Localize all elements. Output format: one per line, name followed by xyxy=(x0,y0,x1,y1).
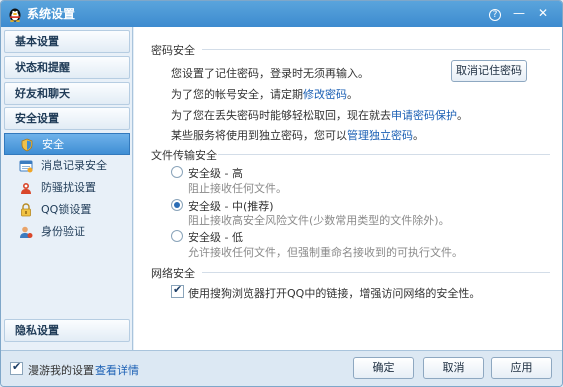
sidebar-item-security[interactable]: 安全 xyxy=(4,133,130,155)
sidebar-group-basic[interactable]: 基本设置 xyxy=(4,30,130,53)
section-title-password: 密码安全 xyxy=(151,44,195,57)
security-level-medium-radio[interactable] xyxy=(171,199,183,211)
footer-bar: 漫游我的设置 查看详情 确定 取消 应用 xyxy=(1,350,562,386)
security-level-low-label[interactable]: 安全级 - 低 xyxy=(188,229,243,245)
close-button[interactable]: ✕ xyxy=(533,4,553,22)
sidebar-item-identity[interactable]: 身份验证 xyxy=(4,221,130,243)
sidebar-item-label: 身份验证 xyxy=(41,225,85,238)
section-title-file-transfer: 文件传输安全 xyxy=(151,149,217,162)
minimize-button[interactable]: — xyxy=(509,4,529,22)
security-level-medium-desc: 阻止接收高安全风险文件(少数常用类型的文件除外)。 xyxy=(188,214,450,227)
main-panel: 密码安全 您设置了记住密码，登录时无须再输入。 取消记住密码 为了您的帐号安全，… xyxy=(134,27,562,350)
security-level-low-radio[interactable] xyxy=(171,230,183,242)
settings-window: 系统设置 ? — ✕ 基本设置 状态和提醒 好友和聊天 安全设置 安全 消息记录… xyxy=(0,0,563,387)
security-level-high-label[interactable]: 安全级 - 高 xyxy=(188,165,243,181)
section-divider xyxy=(202,272,550,273)
help-icon: ? xyxy=(489,9,501,21)
section-title-network: 网络安全 xyxy=(151,267,195,280)
window-title: 系统设置 xyxy=(27,7,76,21)
view-details-link[interactable]: 查看详情 xyxy=(95,362,139,378)
password-protection-prefix: 为了您在丢失密码时能够轻松取回，现在就去 xyxy=(171,109,391,122)
identity-icon xyxy=(20,226,33,238)
shield-icon xyxy=(21,138,33,152)
cancel-button[interactable]: 取消 xyxy=(423,357,484,379)
sidebar-item-message-record[interactable]: 消息记录安全 xyxy=(4,155,130,177)
change-password-link[interactable]: 修改密码 xyxy=(303,88,347,101)
ok-button[interactable]: 确定 xyxy=(353,357,414,379)
sidebar-group-status[interactable]: 状态和提醒 xyxy=(4,56,130,79)
lock-icon xyxy=(21,203,31,217)
roam-settings-label[interactable]: 漫游我的设置 xyxy=(28,362,94,378)
minimize-icon: — xyxy=(513,6,525,20)
independent-password-suffix: 。 xyxy=(413,129,424,142)
sogou-browser-label[interactable]: 使用搜狗浏览器打开QQ中的链接，增强访问网络的安全性。 xyxy=(188,285,480,301)
sidebar-item-label: 安全 xyxy=(42,138,64,151)
roam-settings-checkbox[interactable] xyxy=(10,360,23,375)
close-icon: ✕ xyxy=(537,6,549,20)
section-divider xyxy=(218,154,550,155)
change-password-line: 为了您的帐号安全，请定期修改密码。 xyxy=(171,86,358,102)
remember-password-text: 您设置了记住密码，登录时无须再输入。 xyxy=(171,67,369,80)
security-level-low-desc: 允许接收任何文件，但强制重命名接收到的可执行文件。 xyxy=(188,246,463,259)
manage-independent-password-link[interactable]: 管理独立密码 xyxy=(347,129,413,142)
sidebar-item-label: 消息记录安全 xyxy=(41,159,107,172)
independent-password-prefix: 某些服务将使用到独立密码，您可以 xyxy=(171,129,347,142)
sogou-browser-checkbox[interactable] xyxy=(171,283,184,298)
anti-harassment-icon xyxy=(21,183,31,194)
qq-penguin-icon xyxy=(9,8,21,22)
apply-button[interactable]: 应用 xyxy=(491,357,552,379)
cancel-remember-password-button[interactable]: 取消记住密码 xyxy=(451,60,527,82)
sidebar: 基本设置 状态和提醒 好友和聊天 安全设置 安全 消息记录安全 防骚扰设置 QQ… xyxy=(1,27,133,350)
change-password-suffix: 。 xyxy=(347,88,358,101)
message-record-icon xyxy=(19,160,33,173)
sidebar-group-privacy[interactable]: 隐私设置 xyxy=(4,319,130,342)
sidebar-item-label: QQ锁设置 xyxy=(41,203,92,216)
sidebar-group-security[interactable]: 安全设置 xyxy=(4,107,130,130)
independent-password-line: 某些服务将使用到独立密码，您可以管理独立密码。 xyxy=(171,127,424,143)
sidebar-item-qq-lock[interactable]: QQ锁设置 xyxy=(4,199,130,221)
title-bar: 系统设置 ? — ✕ xyxy=(1,1,562,27)
change-password-prefix: 为了您的帐号安全，请定期 xyxy=(171,88,303,101)
password-protection-suffix: 。 xyxy=(457,109,468,122)
sidebar-group-friends[interactable]: 好友和聊天 xyxy=(4,82,130,105)
security-level-high-desc: 阻止接收任何文件。 xyxy=(188,182,287,195)
password-protection-line: 为了您在丢失密码时能够轻松取回，现在就去申请密码保护。 xyxy=(171,107,468,123)
security-level-high-radio[interactable] xyxy=(171,166,183,178)
apply-password-protection-link[interactable]: 申请密码保护 xyxy=(391,109,457,122)
section-divider xyxy=(202,49,550,50)
sidebar-item-anti-harassment[interactable]: 防骚扰设置 xyxy=(4,177,130,199)
sidebar-item-label: 防骚扰设置 xyxy=(41,181,96,194)
help-button[interactable]: ? xyxy=(485,4,505,22)
